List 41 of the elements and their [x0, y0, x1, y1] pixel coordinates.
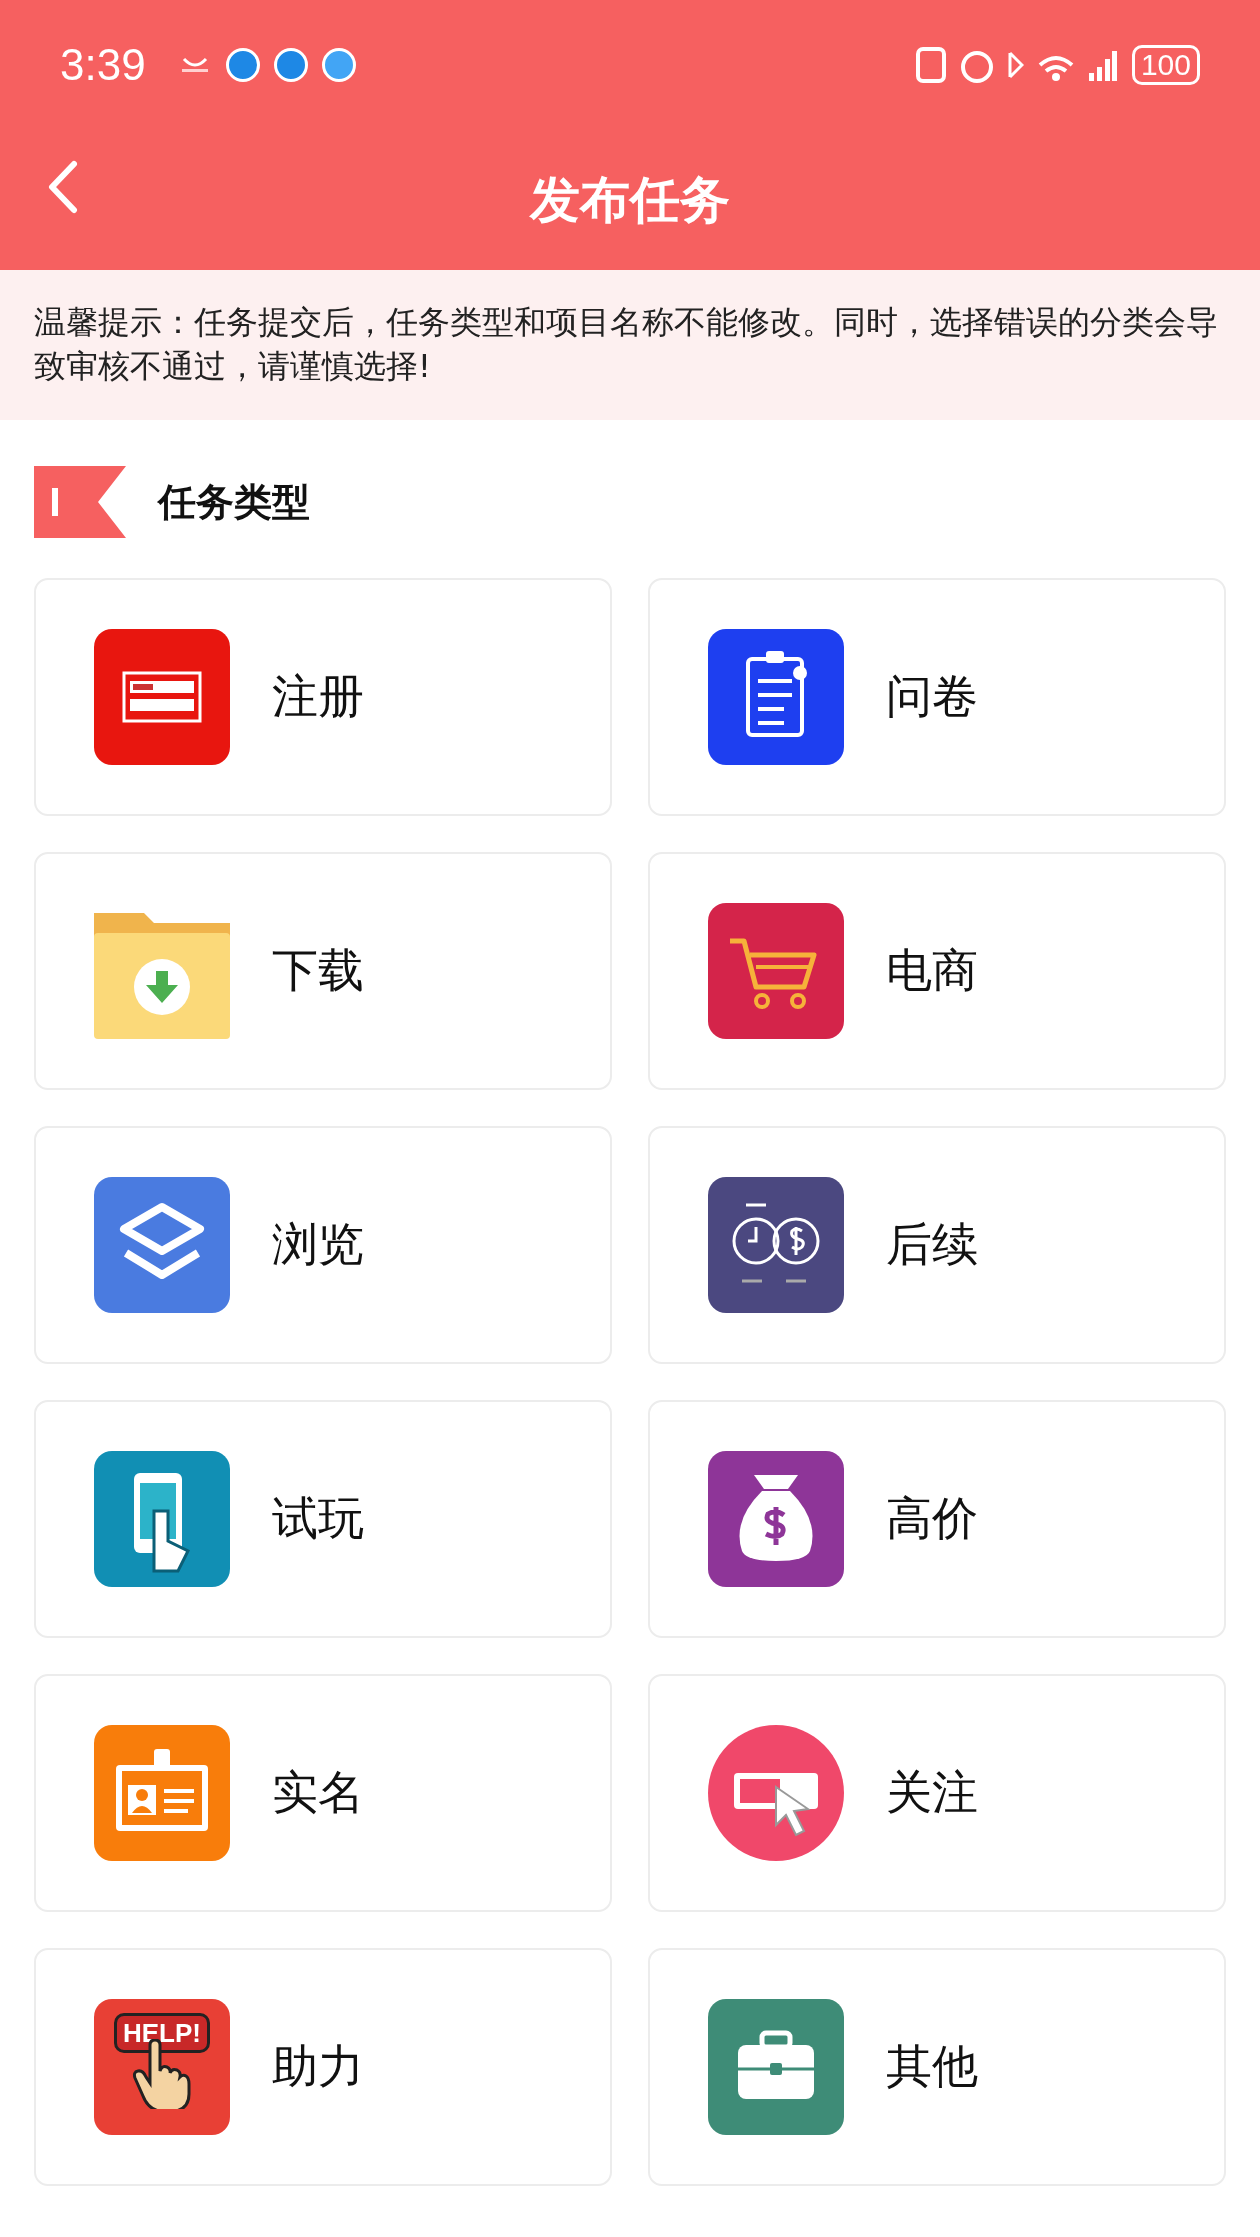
task-type-label: 浏览	[272, 1216, 364, 1273]
phone-tap-icon	[94, 1451, 230, 1587]
task-type-card[interactable]: 关注	[648, 1674, 1226, 1912]
task-type-label: 电商	[886, 942, 978, 999]
battery-level: 100	[1131, 45, 1200, 85]
briefcase-icon	[708, 1999, 844, 2135]
task-type-card[interactable]: HELP! 助力	[34, 1948, 612, 2186]
task-type-label: 高价	[886, 1490, 978, 1547]
task-type-label: 注册	[272, 668, 364, 725]
status-time: 3:39	[60, 40, 146, 90]
notice-text: 温馨提示：任务提交后，任务类型和项目名称不能修改。同时，选择错误的分类会导致审核不通过，请谨慎选择!	[0, 270, 1260, 420]
task-type-label: 实名	[272, 1764, 364, 1821]
task-type-card[interactable]: 下载	[34, 852, 612, 1090]
money-bag-icon	[708, 1451, 844, 1587]
task-type-card[interactable]: 高价	[648, 1400, 1226, 1638]
shopping-cart-icon	[708, 903, 844, 1039]
task-type-card[interactable]: 试玩	[34, 1400, 612, 1638]
flag-icon	[34, 466, 126, 538]
clock-and-coin-icon	[708, 1177, 844, 1313]
task-type-card[interactable]: 其他	[648, 1948, 1226, 2186]
task-type-card[interactable]: 注册	[34, 578, 612, 816]
task-type-card[interactable]: 问卷	[648, 578, 1226, 816]
task-type-card[interactable]: 浏览	[34, 1126, 612, 1364]
cursor-click-icon	[708, 1725, 844, 1861]
page-title: 发布任务	[530, 169, 730, 231]
layers-icon	[94, 1177, 230, 1313]
help-button-icon: HELP!	[94, 1999, 230, 2135]
id-card-icon	[94, 1725, 230, 1861]
task-type-label: 问卷	[886, 668, 978, 725]
task-type-label: 试玩	[272, 1490, 364, 1547]
task-type-card[interactable]: 后续	[648, 1126, 1226, 1364]
task-type-label: 助力	[272, 2038, 364, 2095]
task-type-label: 下载	[272, 942, 364, 999]
task-type-label: 后续	[886, 1216, 978, 1273]
task-type-card[interactable]: 实名	[34, 1674, 612, 1912]
task-type-card[interactable]: 电商	[648, 852, 1226, 1090]
task-type-label: 关注	[886, 1764, 978, 1821]
clipboard-icon	[708, 629, 844, 765]
section-title: 任务类型	[158, 478, 310, 526]
login-form-icon	[94, 629, 230, 765]
task-type-label: 其他	[886, 2038, 978, 2095]
